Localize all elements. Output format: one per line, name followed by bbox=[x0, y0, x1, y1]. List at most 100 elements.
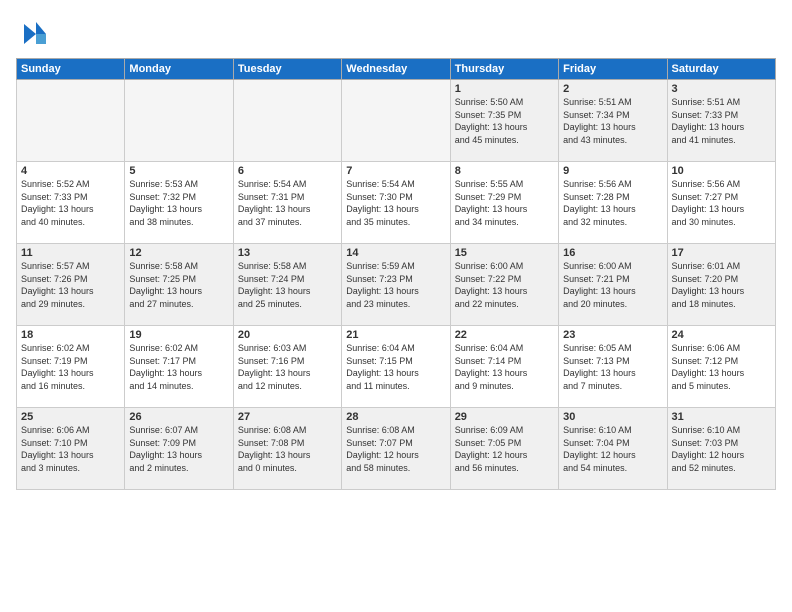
day-number: 31 bbox=[672, 411, 771, 423]
day-number: 17 bbox=[672, 247, 771, 259]
day-info: Sunrise: 5:56 AM Sunset: 7:28 PM Dayligh… bbox=[563, 178, 662, 228]
day-info: Sunrise: 6:06 AM Sunset: 7:10 PM Dayligh… bbox=[21, 424, 120, 474]
day-info: Sunrise: 6:10 AM Sunset: 7:03 PM Dayligh… bbox=[672, 424, 771, 474]
calendar-cell: 7Sunrise: 5:54 AM Sunset: 7:30 PM Daylig… bbox=[342, 162, 450, 244]
page: SundayMondayTuesdayWednesdayThursdayFrid… bbox=[0, 0, 792, 612]
calendar-weekday-thursday: Thursday bbox=[450, 59, 558, 80]
calendar-week-row: 18Sunrise: 6:02 AM Sunset: 7:19 PM Dayli… bbox=[17, 326, 776, 408]
calendar-weekday-saturday: Saturday bbox=[667, 59, 775, 80]
day-info: Sunrise: 6:06 AM Sunset: 7:12 PM Dayligh… bbox=[672, 342, 771, 392]
day-info: Sunrise: 6:09 AM Sunset: 7:05 PM Dayligh… bbox=[455, 424, 554, 474]
day-info: Sunrise: 6:00 AM Sunset: 7:22 PM Dayligh… bbox=[455, 260, 554, 310]
calendar-header-row: SundayMondayTuesdayWednesdayThursdayFrid… bbox=[17, 59, 776, 80]
calendar-cell: 17Sunrise: 6:01 AM Sunset: 7:20 PM Dayli… bbox=[667, 244, 775, 326]
day-number: 20 bbox=[238, 329, 337, 341]
calendar-cell: 20Sunrise: 6:03 AM Sunset: 7:16 PM Dayli… bbox=[233, 326, 341, 408]
calendar-week-row: 4Sunrise: 5:52 AM Sunset: 7:33 PM Daylig… bbox=[17, 162, 776, 244]
day-number: 16 bbox=[563, 247, 662, 259]
calendar-cell: 28Sunrise: 6:08 AM Sunset: 7:07 PM Dayli… bbox=[342, 408, 450, 490]
calendar-cell: 3Sunrise: 5:51 AM Sunset: 7:33 PM Daylig… bbox=[667, 80, 775, 162]
day-number: 22 bbox=[455, 329, 554, 341]
calendar-week-row: 1Sunrise: 5:50 AM Sunset: 7:35 PM Daylig… bbox=[17, 80, 776, 162]
day-info: Sunrise: 5:58 AM Sunset: 7:24 PM Dayligh… bbox=[238, 260, 337, 310]
day-number: 13 bbox=[238, 247, 337, 259]
day-info: Sunrise: 6:02 AM Sunset: 7:17 PM Dayligh… bbox=[129, 342, 228, 392]
header bbox=[16, 12, 776, 52]
calendar-cell: 27Sunrise: 6:08 AM Sunset: 7:08 PM Dayli… bbox=[233, 408, 341, 490]
day-number: 5 bbox=[129, 165, 228, 177]
day-number: 21 bbox=[346, 329, 445, 341]
calendar-cell bbox=[125, 80, 233, 162]
day-number: 26 bbox=[129, 411, 228, 423]
day-info: Sunrise: 5:56 AM Sunset: 7:27 PM Dayligh… bbox=[672, 178, 771, 228]
calendar-cell: 23Sunrise: 6:05 AM Sunset: 7:13 PM Dayli… bbox=[559, 326, 667, 408]
day-number: 29 bbox=[455, 411, 554, 423]
calendar-cell: 14Sunrise: 5:59 AM Sunset: 7:23 PM Dayli… bbox=[342, 244, 450, 326]
day-info: Sunrise: 6:03 AM Sunset: 7:16 PM Dayligh… bbox=[238, 342, 337, 392]
day-info: Sunrise: 5:53 AM Sunset: 7:32 PM Dayligh… bbox=[129, 178, 228, 228]
calendar-cell: 10Sunrise: 5:56 AM Sunset: 7:27 PM Dayli… bbox=[667, 162, 775, 244]
logo bbox=[16, 16, 56, 52]
calendar-cell: 21Sunrise: 6:04 AM Sunset: 7:15 PM Dayli… bbox=[342, 326, 450, 408]
day-number: 14 bbox=[346, 247, 445, 259]
calendar-cell: 15Sunrise: 6:00 AM Sunset: 7:22 PM Dayli… bbox=[450, 244, 558, 326]
calendar-cell: 4Sunrise: 5:52 AM Sunset: 7:33 PM Daylig… bbox=[17, 162, 125, 244]
day-info: Sunrise: 6:01 AM Sunset: 7:20 PM Dayligh… bbox=[672, 260, 771, 310]
day-number: 19 bbox=[129, 329, 228, 341]
day-number: 2 bbox=[563, 83, 662, 95]
calendar-cell: 13Sunrise: 5:58 AM Sunset: 7:24 PM Dayli… bbox=[233, 244, 341, 326]
day-number: 8 bbox=[455, 165, 554, 177]
logo-icon bbox=[16, 16, 52, 52]
calendar-cell: 2Sunrise: 5:51 AM Sunset: 7:34 PM Daylig… bbox=[559, 80, 667, 162]
calendar-weekday-sunday: Sunday bbox=[17, 59, 125, 80]
calendar-cell: 29Sunrise: 6:09 AM Sunset: 7:05 PM Dayli… bbox=[450, 408, 558, 490]
day-number: 1 bbox=[455, 83, 554, 95]
day-info: Sunrise: 6:00 AM Sunset: 7:21 PM Dayligh… bbox=[563, 260, 662, 310]
day-info: Sunrise: 5:59 AM Sunset: 7:23 PM Dayligh… bbox=[346, 260, 445, 310]
day-info: Sunrise: 6:07 AM Sunset: 7:09 PM Dayligh… bbox=[129, 424, 228, 474]
day-info: Sunrise: 6:04 AM Sunset: 7:15 PM Dayligh… bbox=[346, 342, 445, 392]
calendar-cell: 30Sunrise: 6:10 AM Sunset: 7:04 PM Dayli… bbox=[559, 408, 667, 490]
calendar-cell: 6Sunrise: 5:54 AM Sunset: 7:31 PM Daylig… bbox=[233, 162, 341, 244]
calendar-week-row: 25Sunrise: 6:06 AM Sunset: 7:10 PM Dayli… bbox=[17, 408, 776, 490]
day-info: Sunrise: 5:50 AM Sunset: 7:35 PM Dayligh… bbox=[455, 96, 554, 146]
day-number: 6 bbox=[238, 165, 337, 177]
calendar-cell: 22Sunrise: 6:04 AM Sunset: 7:14 PM Dayli… bbox=[450, 326, 558, 408]
day-info: Sunrise: 6:02 AM Sunset: 7:19 PM Dayligh… bbox=[21, 342, 120, 392]
calendar-week-row: 11Sunrise: 5:57 AM Sunset: 7:26 PM Dayli… bbox=[17, 244, 776, 326]
day-number: 25 bbox=[21, 411, 120, 423]
day-number: 24 bbox=[672, 329, 771, 341]
calendar-weekday-monday: Monday bbox=[125, 59, 233, 80]
day-number: 3 bbox=[672, 83, 771, 95]
day-info: Sunrise: 5:58 AM Sunset: 7:25 PM Dayligh… bbox=[129, 260, 228, 310]
day-number: 7 bbox=[346, 165, 445, 177]
calendar-weekday-friday: Friday bbox=[559, 59, 667, 80]
day-number: 4 bbox=[21, 165, 120, 177]
calendar-cell: 12Sunrise: 5:58 AM Sunset: 7:25 PM Dayli… bbox=[125, 244, 233, 326]
calendar-cell: 5Sunrise: 5:53 AM Sunset: 7:32 PM Daylig… bbox=[125, 162, 233, 244]
day-number: 30 bbox=[563, 411, 662, 423]
calendar-weekday-wednesday: Wednesday bbox=[342, 59, 450, 80]
calendar-cell: 16Sunrise: 6:00 AM Sunset: 7:21 PM Dayli… bbox=[559, 244, 667, 326]
calendar-cell: 25Sunrise: 6:06 AM Sunset: 7:10 PM Dayli… bbox=[17, 408, 125, 490]
day-info: Sunrise: 6:08 AM Sunset: 7:08 PM Dayligh… bbox=[238, 424, 337, 474]
calendar-cell: 11Sunrise: 5:57 AM Sunset: 7:26 PM Dayli… bbox=[17, 244, 125, 326]
calendar-cell bbox=[233, 80, 341, 162]
day-info: Sunrise: 5:52 AM Sunset: 7:33 PM Dayligh… bbox=[21, 178, 120, 228]
calendar-cell bbox=[342, 80, 450, 162]
day-info: Sunrise: 5:51 AM Sunset: 7:34 PM Dayligh… bbox=[563, 96, 662, 146]
day-number: 18 bbox=[21, 329, 120, 341]
day-info: Sunrise: 6:08 AM Sunset: 7:07 PM Dayligh… bbox=[346, 424, 445, 474]
calendar-cell: 8Sunrise: 5:55 AM Sunset: 7:29 PM Daylig… bbox=[450, 162, 558, 244]
day-info: Sunrise: 5:54 AM Sunset: 7:31 PM Dayligh… bbox=[238, 178, 337, 228]
day-number: 27 bbox=[238, 411, 337, 423]
day-number: 11 bbox=[21, 247, 120, 259]
calendar-cell: 24Sunrise: 6:06 AM Sunset: 7:12 PM Dayli… bbox=[667, 326, 775, 408]
day-info: Sunrise: 5:57 AM Sunset: 7:26 PM Dayligh… bbox=[21, 260, 120, 310]
calendar-cell: 1Sunrise: 5:50 AM Sunset: 7:35 PM Daylig… bbox=[450, 80, 558, 162]
calendar-weekday-tuesday: Tuesday bbox=[233, 59, 341, 80]
calendar-cell: 31Sunrise: 6:10 AM Sunset: 7:03 PM Dayli… bbox=[667, 408, 775, 490]
calendar-cell bbox=[17, 80, 125, 162]
day-info: Sunrise: 6:10 AM Sunset: 7:04 PM Dayligh… bbox=[563, 424, 662, 474]
calendar-table: SundayMondayTuesdayWednesdayThursdayFrid… bbox=[16, 58, 776, 490]
